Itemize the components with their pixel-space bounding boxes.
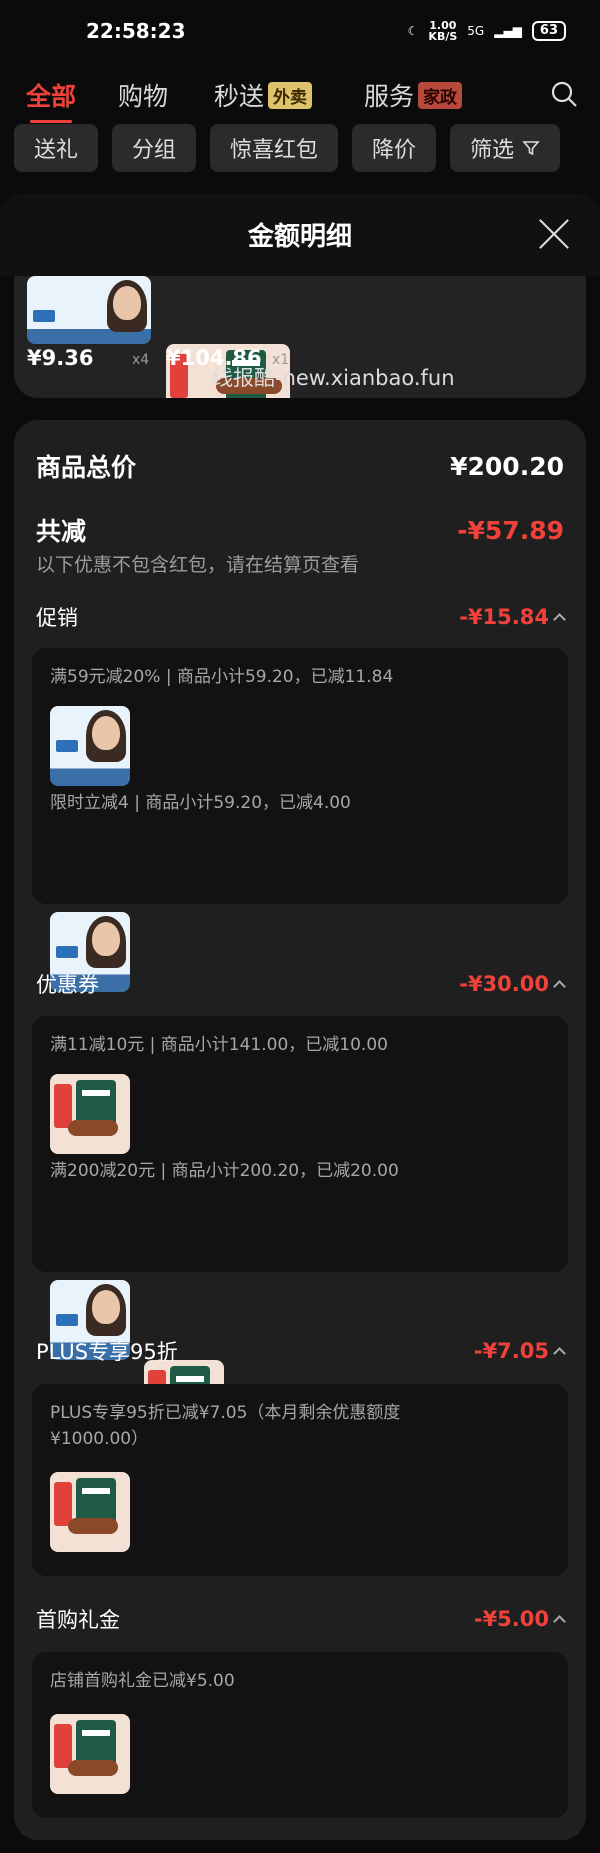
- tab-all[interactable]: 全部: [26, 77, 76, 123]
- promo-section-header[interactable]: 促销 -¥15.84: [36, 602, 566, 632]
- chevron-up-icon: [553, 1615, 566, 1628]
- first-purchase-value: -¥5.00: [474, 1607, 566, 1631]
- total-price-value: ¥200.20: [450, 451, 564, 481]
- express-badge: 外卖: [268, 81, 313, 109]
- coupon-line: 满200减20元 | 商品小计200.20，已减20.00: [50, 1161, 399, 1181]
- cart-item-price: ¥9.36: [27, 346, 94, 370]
- coupon-value: -¥30.00: [459, 972, 566, 996]
- status-icons: ☾ 1.00 KB/S 5G ▂▄▆ 63: [408, 20, 566, 42]
- filter-gift[interactable]: 送礼: [14, 124, 99, 172]
- total-price-label: 商品总价: [36, 453, 137, 482]
- total-discount-label: 共减: [36, 517, 87, 546]
- product-thumb-milk[interactable]: [27, 276, 151, 344]
- promo-value: -¥15.84: [459, 605, 566, 629]
- coupon-section-header[interactable]: 优惠券 -¥30.00: [36, 969, 566, 999]
- plus-line-cont: ¥1000.00）: [50, 1429, 149, 1449]
- signal-icon: ▂▄▆: [494, 24, 522, 38]
- chevron-up-icon: [553, 1347, 566, 1360]
- network-type: 5G: [467, 24, 485, 38]
- plus-line: PLUS专享95折已减¥7.05（本月剩余优惠额度: [50, 1403, 401, 1423]
- first-purchase-title: 首购礼金: [36, 1608, 120, 1632]
- service-badge: 家政: [418, 81, 463, 109]
- filter-red-packet[interactable]: 惊喜红包: [210, 124, 339, 172]
- tab-shopping[interactable]: 购物: [118, 77, 168, 113]
- plus-title: PLUS专享95折: [36, 1340, 178, 1364]
- filter-row: 送礼 分组 惊喜红包 降价 筛选: [0, 124, 600, 174]
- status-bar: 22:58:23 ☾ 1.00 KB/S 5G ▂▄▆ 63: [0, 0, 600, 62]
- total-price-row: 商品总价 ¥200.20: [36, 448, 564, 484]
- tab-service[interactable]: 服务 家政: [364, 77, 463, 113]
- filter-group[interactable]: 分组: [112, 124, 197, 172]
- funnel-icon: [522, 141, 540, 156]
- filter-button[interactable]: 筛选: [450, 124, 561, 172]
- promo-line: 满59元减20% | 商品小计59.20，已减11.84: [50, 667, 394, 687]
- total-discount-value: -¥57.89: [457, 515, 564, 545]
- product-thumb-snack[interactable]: [50, 1714, 130, 1794]
- promo-line: 限时立减4 | 商品小计59.20，已减4.00: [50, 793, 351, 813]
- watermark: 线报酷-new.xianbao.fun: [212, 366, 455, 390]
- battery-icon: 63: [531, 21, 566, 41]
- network-speed: 1.00 KB/S: [428, 19, 458, 43]
- coupon-title: 优惠券: [36, 973, 99, 997]
- coupon-line: 满11减10元 | 商品小计141.00，已减10.00: [50, 1035, 388, 1055]
- search-icon[interactable]: [550, 80, 578, 108]
- sheet-title: 金额明细: [247, 222, 352, 252]
- first-purchase-section-header[interactable]: 首购礼金 -¥5.00: [36, 1604, 566, 1634]
- promo-detail-box: 满59元减20% | 商品小计59.20，已减11.84 限时立减4 | 商品小…: [32, 648, 568, 992]
- chevron-up-icon: [553, 980, 566, 993]
- first-purchase-line: 店铺首购礼金已减¥5.00: [50, 1671, 235, 1691]
- status-time: 22:58:23: [86, 19, 186, 43]
- tab-express[interactable]: 秒送 外卖: [214, 77, 313, 113]
- total-discount-row: 共减 -¥57.89: [36, 512, 564, 548]
- discount-note: 以下优惠不包含红包，请在结算页查看: [36, 554, 360, 576]
- product-thumb-milk[interactable]: [50, 706, 130, 786]
- plus-section-header[interactable]: PLUS专享95折 -¥7.05: [36, 1336, 566, 1366]
- product-thumb-snack[interactable]: [50, 1074, 130, 1154]
- promo-title: 促销: [36, 606, 78, 630]
- coupon-detail-box: 满11减10元 | 商品小计141.00，已减10.00 满200减20元 | …: [32, 1016, 568, 1440]
- cart-item-qty: x4: [132, 352, 150, 368]
- product-thumb-snack[interactable]: [50, 1472, 130, 1552]
- moon-icon: ☾: [407, 24, 419, 38]
- plus-detail-box: PLUS专享95折已减¥7.05（本月剩余优惠额度 ¥1000.00）: [32, 1384, 568, 1576]
- filter-price-drop[interactable]: 降价: [352, 124, 437, 172]
- first-purchase-detail-box: 店铺首购礼金已减¥5.00: [32, 1652, 568, 1818]
- amount-detail-sheet-header: 金额明细: [0, 194, 600, 276]
- amount-detail-panel: 商品总价 ¥200.20 共减 -¥57.89 以下优惠不包含红包，请在结算页查…: [14, 420, 586, 1840]
- plus-value: -¥7.05: [474, 1339, 566, 1363]
- close-icon[interactable]: [538, 218, 570, 250]
- chevron-up-icon: [553, 613, 566, 626]
- top-tabs: 全部 购物 秒送 外卖 服务 家政: [0, 68, 600, 123]
